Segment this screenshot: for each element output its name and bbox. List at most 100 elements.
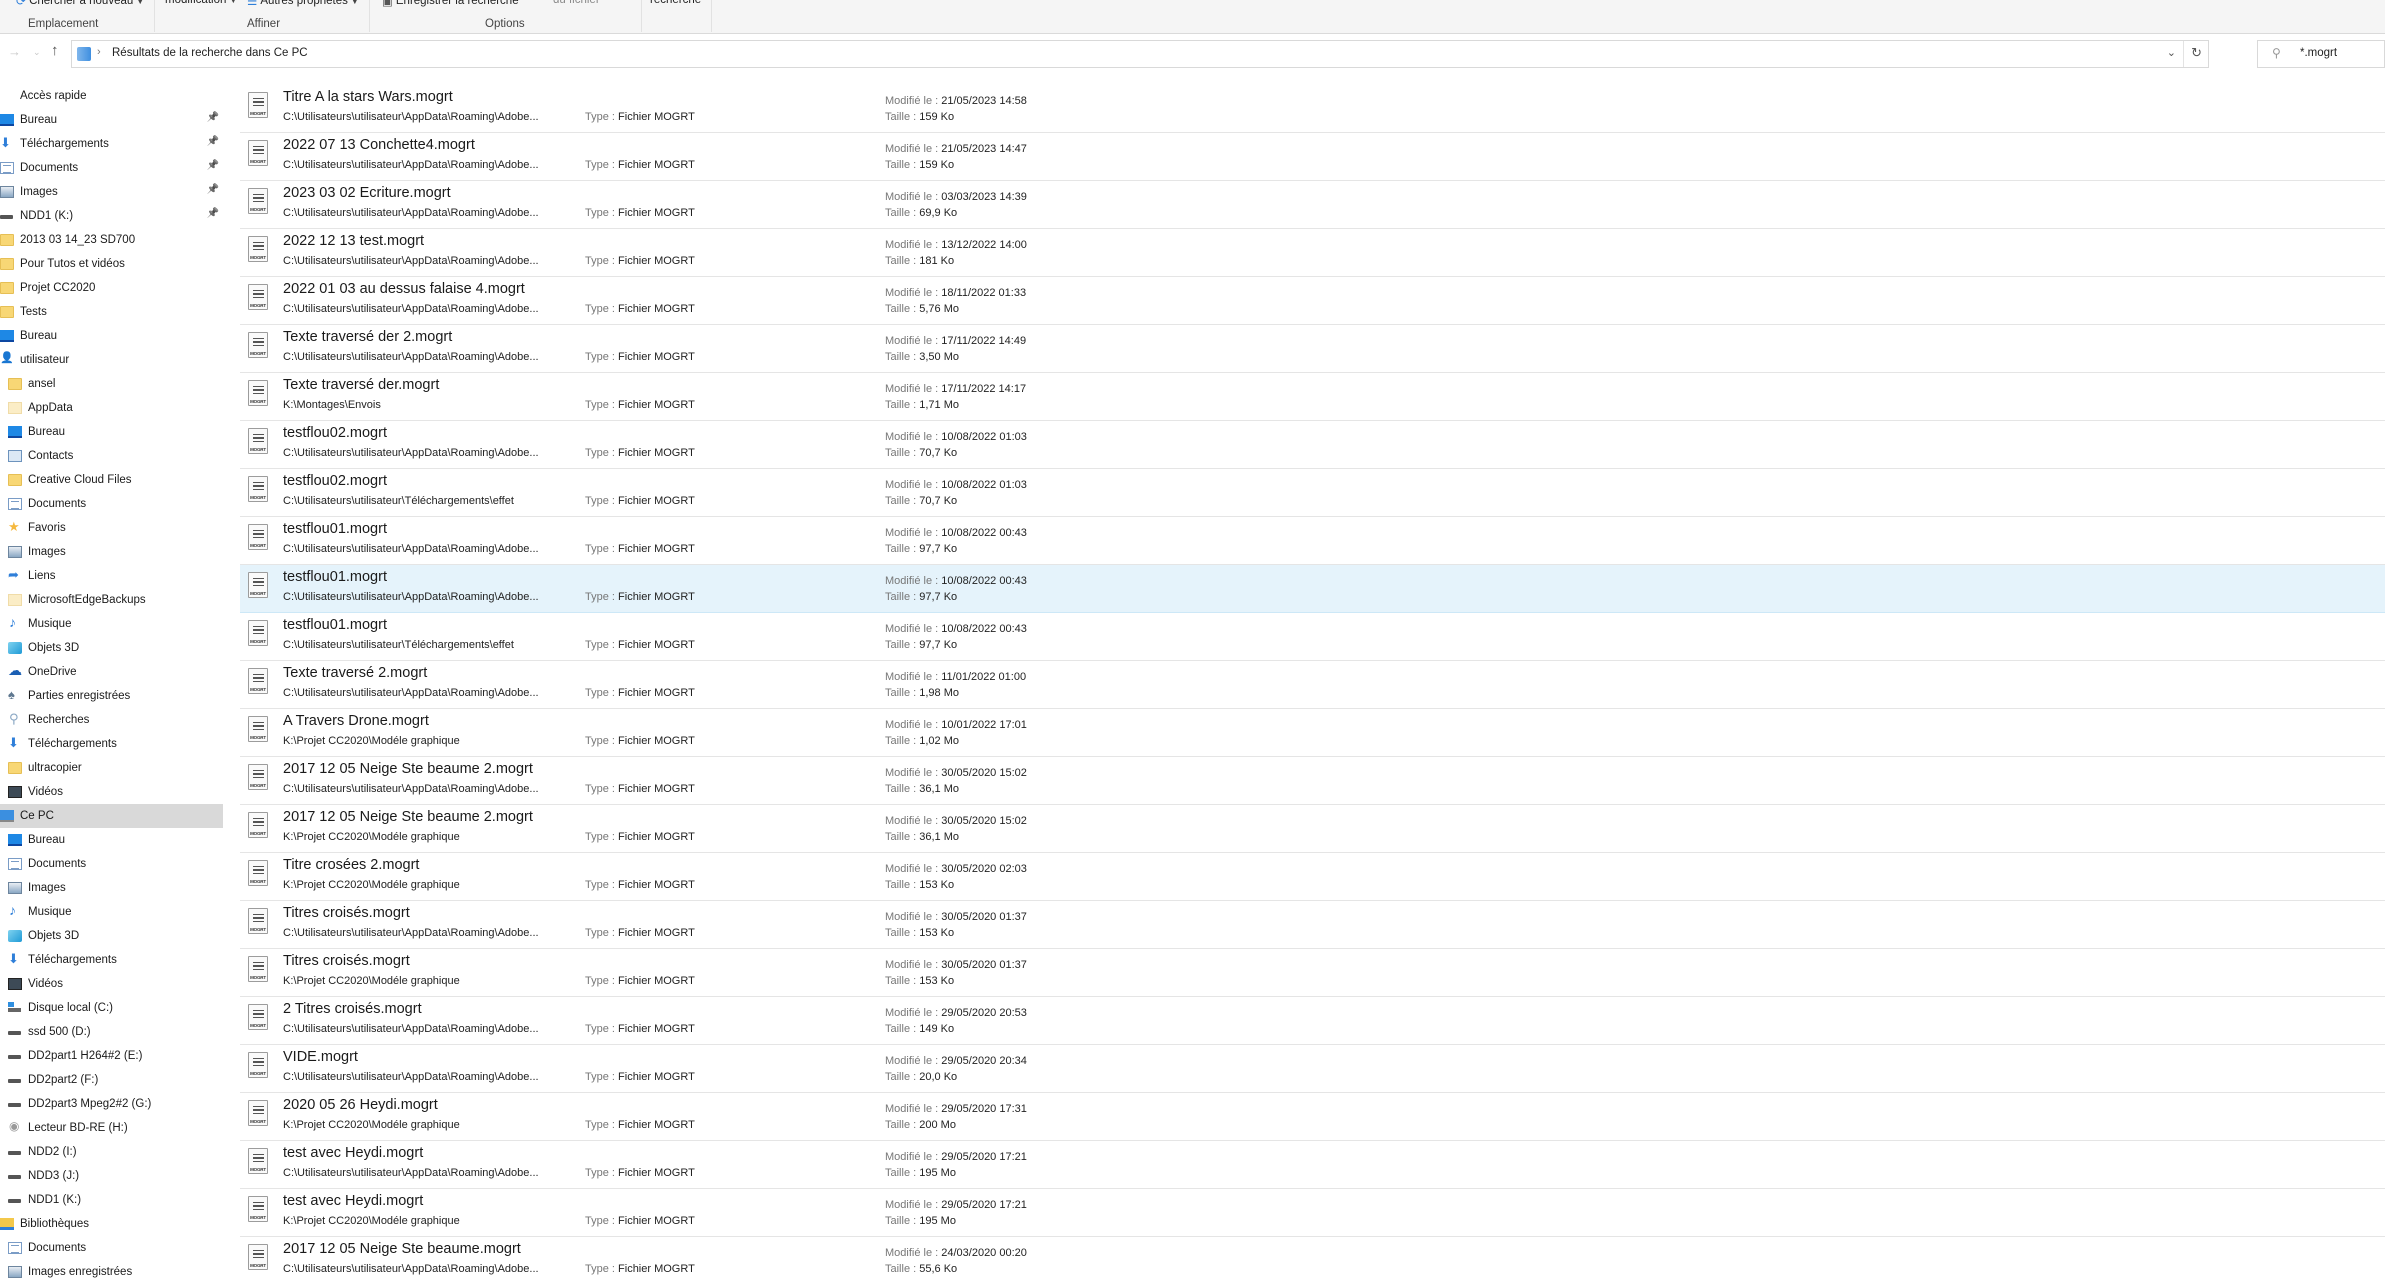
sidebar-item[interactable]: Images: [0, 540, 223, 564]
file-row[interactable]: MOGRT 2017 12 05 Neige Ste beaume 2.mogrt…: [240, 805, 2385, 853]
sidebar-item[interactable]: Musique: [0, 900, 223, 924]
sidebar-item[interactable]: ssd 500 (D:): [0, 1020, 223, 1044]
file-name[interactable]: A Travers Drone.mogrt: [283, 713, 429, 729]
sidebar-item[interactable]: OneDrive: [0, 660, 223, 684]
modification-date-button[interactable]: modification ▼: [165, 0, 237, 6]
file-row[interactable]: MOGRT testflou02.mogrt C:\Utilisateurs\uti…: [240, 421, 2385, 469]
file-name[interactable]: 2022 01 03 au dessus falaise 4.mogrt: [283, 281, 525, 297]
file-row[interactable]: MOGRT 2023 03 02 Ecriture.mogrt C:\Utilisa…: [240, 181, 2385, 229]
sidebar-item[interactable]: Images 📌: [0, 180, 223, 204]
file-row[interactable]: MOGRT Titre A la stars Wars.mogrt C:\Utili…: [240, 85, 2385, 133]
pin-icon[interactable]: 📌: [207, 208, 219, 219]
sidebar-item[interactable]: Bureau 📌: [0, 108, 223, 132]
file-row[interactable]: MOGRT Texte traversé der 2.mogrt C:\Utilis…: [240, 325, 2385, 373]
sidebar-item[interactable]: Bureau: [0, 324, 223, 348]
file-location-button[interactable]: du fichier: [553, 0, 600, 6]
refresh-icon[interactable]: ↻: [2191, 45, 2202, 61]
sidebar-item[interactable]: Liens: [0, 564, 223, 588]
sidebar-item[interactable]: Recherches: [0, 708, 223, 732]
file-name[interactable]: Titre crosées 2.mogrt: [283, 857, 419, 873]
file-name[interactable]: test avec Heydi.mogrt: [283, 1145, 423, 1161]
sidebar-item[interactable]: Images enregistrées: [0, 1260, 223, 1284]
sidebar-item[interactable]: Accès rapide: [0, 84, 223, 108]
close-search-button[interactable]: recherche: [650, 0, 701, 6]
sidebar-item[interactable]: DD2part2 (F:): [0, 1068, 223, 1092]
pin-icon[interactable]: 📌: [207, 112, 219, 123]
sidebar-item[interactable]: Vidéos: [0, 780, 223, 804]
file-name[interactable]: 2017 12 05 Neige Ste beaume.mogrt: [283, 1241, 521, 1257]
sidebar-item[interactable]: Ce PC: [0, 804, 223, 828]
file-name[interactable]: testflou02.mogrt: [283, 473, 387, 489]
file-name[interactable]: 2 Titres croisés.mogrt: [283, 1001, 422, 1017]
file-row[interactable]: MOGRT test avec Heydi.mogrt K:\Projet CC20…: [240, 1189, 2385, 1237]
file-row[interactable]: MOGRT 2020 05 26 Heydi.mogrt K:\Projet CC2…: [240, 1093, 2385, 1141]
sidebar-item[interactable]: Bureau: [0, 420, 223, 444]
file-row[interactable]: MOGRT Texte traversé der.mogrt K:\Montages…: [240, 373, 2385, 421]
file-name[interactable]: testflou02.mogrt: [283, 425, 387, 441]
breadcrumb[interactable]: Résultats de la recherche dans Ce PC: [112, 47, 308, 59]
sidebar-item[interactable]: Parties enregistrées: [0, 684, 223, 708]
file-row[interactable]: MOGRT 2022 01 03 au dessus falaise 4.mogr…: [240, 277, 2385, 325]
file-row[interactable]: MOGRT 2017 12 05 Neige Ste beaume.mogrt C:…: [240, 1237, 2385, 1284]
sidebar-item[interactable]: 2013 03 14_23 SD700: [0, 228, 223, 252]
sidebar-item[interactable]: Documents 📌: [0, 156, 223, 180]
file-row[interactable]: MOGRT testflou02.mogrt C:\Utilisateurs\uti…: [240, 469, 2385, 517]
file-row[interactable]: MOGRT Titres croisés.mogrt C:\Utilisateurs…: [240, 901, 2385, 949]
up-arrow-icon[interactable]: ↑: [51, 42, 59, 59]
sidebar-item[interactable]: Objets 3D: [0, 636, 223, 660]
file-name[interactable]: Texte traversé der.mogrt: [283, 377, 439, 393]
file-name[interactable]: Titres croisés.mogrt: [283, 905, 410, 921]
file-name[interactable]: 2022 12 13 test.mogrt: [283, 233, 424, 249]
file-name[interactable]: 2023 03 02 Ecriture.mogrt: [283, 185, 451, 201]
sidebar-item[interactable]: Bibliothèques: [0, 1212, 223, 1236]
sidebar-item[interactable]: MicrosoftEdgeBackups: [0, 588, 223, 612]
file-row[interactable]: MOGRT 2022 07 13 Conchette4.mogrt C:\Utili…: [240, 133, 2385, 181]
file-row[interactable]: MOGRT A Travers Drone.mogrt K:\Projet CC20…: [240, 709, 2385, 757]
sidebar-item[interactable]: Tests: [0, 300, 223, 324]
search-input[interactable]: ⚲ *.mogrt: [2257, 40, 2385, 68]
sidebar-item[interactable]: Images: [0, 876, 223, 900]
file-row[interactable]: MOGRT testflou01.mogrt C:\Utilisateurs\uti…: [240, 613, 2385, 661]
file-name[interactable]: Titres croisés.mogrt: [283, 953, 410, 969]
sidebar-item[interactable]: Téléchargements 📌: [0, 132, 223, 156]
sidebar-item[interactable]: Téléchargements: [0, 732, 223, 756]
file-row[interactable]: MOGRT testflou01.mogrt C:\Utilisateurs\uti…: [240, 517, 2385, 565]
sidebar-item[interactable]: Lecteur BD-RE (H:): [0, 1116, 223, 1140]
sidebar-item[interactable]: utilisateur: [0, 348, 223, 372]
file-name[interactable]: Texte traversé 2.mogrt: [283, 665, 427, 681]
address-bar[interactable]: › Résultats de la recherche dans Ce PC ⌄…: [71, 40, 2209, 68]
sidebar-item[interactable]: Favoris: [0, 516, 223, 540]
pin-icon[interactable]: 📌: [207, 184, 219, 195]
sidebar-item[interactable]: Bureau: [0, 828, 223, 852]
forward-arrow-icon[interactable]: →: [8, 44, 21, 59]
file-name[interactable]: test avec Heydi.mogrt: [283, 1193, 423, 1209]
search-again-button[interactable]: ⟳ Chercher à nouveau ▼: [16, 0, 144, 8]
file-name[interactable]: Texte traversé der 2.mogrt: [283, 329, 452, 345]
recent-locations-chevron-icon[interactable]: ⌄: [33, 47, 41, 58]
file-row[interactable]: MOGRT 2022 12 13 test.mogrt C:\Utilisateur…: [240, 229, 2385, 277]
sidebar-item[interactable]: DD2part1 H264#2 (E:): [0, 1044, 223, 1068]
sidebar-item[interactable]: ultracopier: [0, 756, 223, 780]
sidebar-item[interactable]: NDD1 (K:): [0, 1188, 223, 1212]
sidebar-item[interactable]: NDD2 (I:): [0, 1140, 223, 1164]
file-row[interactable]: MOGRT 2 Titres croisés.mogrt C:\Utilisateu…: [240, 997, 2385, 1045]
sidebar-item[interactable]: ansel: [0, 372, 223, 396]
file-name[interactable]: 2017 12 05 Neige Ste beaume 2.mogrt: [283, 809, 533, 825]
file-row[interactable]: MOGRT testflou01.mogrt C:\Utilisateurs\uti…: [240, 565, 2385, 613]
sidebar-item[interactable]: Musique: [0, 612, 223, 636]
breadcrumb-chevron-icon[interactable]: ›: [97, 46, 101, 58]
sidebar-item[interactable]: Pour Tutos et vidéos: [0, 252, 223, 276]
sidebar-item[interactable]: AppData: [0, 396, 223, 420]
file-row[interactable]: MOGRT test avec Heydi.mogrt C:\Utilisateur…: [240, 1141, 2385, 1189]
other-properties-button[interactable]: ☰ Autres propriétés ▼: [247, 0, 359, 8]
sidebar-item[interactable]: Projet CC2020: [0, 276, 223, 300]
file-name[interactable]: 2022 07 13 Conchette4.mogrt: [283, 137, 475, 153]
sidebar-item[interactable]: Téléchargements: [0, 948, 223, 972]
file-row[interactable]: MOGRT Titres croisés.mogrt K:\Projet CC202…: [240, 949, 2385, 997]
file-row[interactable]: MOGRT Titre crosées 2.mogrt K:\Projet CC20…: [240, 853, 2385, 901]
sidebar-item[interactable]: NDD3 (J:): [0, 1164, 223, 1188]
file-row[interactable]: MOGRT 2017 12 05 Neige Ste beaume 2.mogrt…: [240, 757, 2385, 805]
sidebar-item[interactable]: Documents: [0, 492, 223, 516]
sidebar-item[interactable]: Vidéos: [0, 972, 223, 996]
save-search-button[interactable]: ▣ Enregistrer la recherche: [382, 0, 519, 8]
